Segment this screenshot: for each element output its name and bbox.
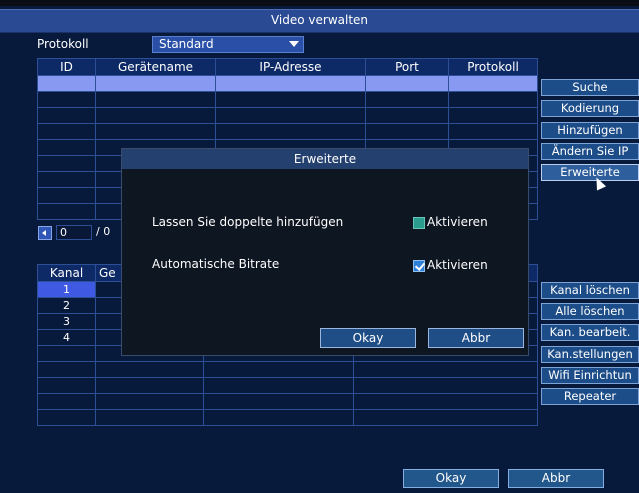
chevron-down-icon	[289, 41, 299, 47]
table-row[interactable]	[37, 123, 538, 140]
window-title: Video verwalten	[0, 9, 639, 33]
repeater-button[interactable]: Repeater	[541, 388, 639, 405]
search-button[interactable]: Suche	[541, 79, 639, 96]
delete-channel-button[interactable]: Kanal löschen	[541, 282, 639, 299]
allow-duplicates-checkbox[interactable]	[413, 217, 425, 229]
table-row[interactable]	[37, 393, 538, 410]
col-id: ID	[37, 58, 96, 76]
change-ip-button[interactable]: Ändern Sie IP	[541, 143, 639, 160]
screen: Video verwalten Protokoll Standard ID Ge…	[0, 6, 639, 493]
ok-button[interactable]: Okay	[403, 469, 499, 488]
col-ip-address: IP-Adresse	[215, 58, 366, 76]
dialog-title: Erweiterte	[122, 149, 528, 169]
cancel-button[interactable]: Abbr	[508, 469, 604, 488]
auto-bitrate-enable-label: Aktivieren	[427, 258, 488, 272]
table-row[interactable]	[37, 377, 538, 394]
table-row[interactable]	[37, 409, 538, 426]
col-port: Port	[365, 58, 449, 76]
col-device-name: Gerätename	[95, 58, 216, 76]
col-protocol: Protokoll	[448, 58, 538, 76]
advanced-dialog: Erweiterte Lassen Sie doppelte hinzufüge…	[121, 148, 529, 356]
table-row[interactable]	[37, 361, 538, 378]
channel-number: 1	[37, 281, 96, 298]
page-total: / 0	[96, 225, 111, 238]
channel-number: 2	[37, 297, 96, 314]
protocol-label: Protokoll	[37, 37, 89, 51]
col-channel: Kanal	[37, 264, 96, 282]
page-prev-button[interactable]	[38, 226, 52, 240]
protocol-select[interactable]: Standard	[152, 36, 304, 53]
auto-bitrate-checkbox[interactable]	[413, 260, 425, 272]
edit-channel-button[interactable]: Kan. bearbeit.	[541, 324, 639, 341]
table-row[interactable]	[37, 107, 538, 124]
allow-duplicates-enable-label: Aktivieren	[427, 215, 488, 229]
advanced-button[interactable]: Erweiterte	[541, 164, 639, 181]
table-row[interactable]	[37, 75, 538, 92]
channel-settings-button[interactable]: Kan.stellungen	[541, 346, 639, 363]
table-row[interactable]	[37, 91, 538, 108]
channel-number: 3	[37, 313, 96, 330]
allow-duplicates-label: Lassen Sie doppelte hinzufügen	[152, 215, 344, 229]
device-table-header: ID Gerätename IP-Adresse Port Protokoll	[37, 58, 538, 76]
auto-bitrate-label: Automatische Bitrate	[152, 257, 280, 271]
delete-all-button[interactable]: Alle löschen	[541, 303, 639, 320]
wifi-setup-button[interactable]: Wifi Einrichtun	[541, 367, 639, 384]
protocol-select-value: Standard	[159, 37, 214, 51]
encoding-button[interactable]: Kodierung	[541, 100, 639, 117]
page-current-field[interactable]: 0	[56, 225, 92, 240]
dialog-cancel-button[interactable]: Abbr	[428, 328, 524, 348]
channel-number: 4	[37, 329, 96, 346]
dialog-ok-button[interactable]: Okay	[320, 328, 416, 348]
add-button[interactable]: Hinzufügen	[541, 122, 639, 139]
